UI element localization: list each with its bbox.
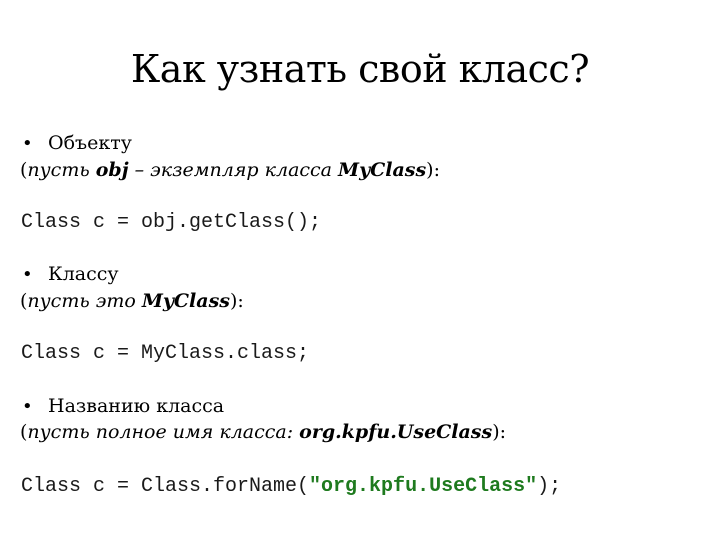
code-suffix: );	[537, 475, 562, 498]
note-emphasis: org.kpfu.UseClass	[299, 421, 493, 443]
note-emphasis: MyClass	[141, 290, 230, 312]
bullet-label: Классу	[48, 263, 119, 285]
bullet-label: Названию класса	[48, 395, 225, 417]
note-object: (пусть obj – экземпляр класса MyClass):	[20, 158, 440, 182]
note-text: пусть	[27, 159, 96, 181]
note-emphasis: MyClass	[338, 159, 427, 181]
bullet-item-classname: • Названию класса	[22, 394, 224, 419]
note-text: пусть это	[27, 290, 142, 312]
note-paren-close: ):	[492, 421, 507, 443]
code-line-dotclass: Class c = MyClass.class;	[21, 342, 310, 365]
slide-title: Как узнать свой класс?	[130, 47, 590, 91]
note-text: пусть полное имя класса:	[27, 421, 300, 443]
bullet-icon: •	[22, 264, 33, 285]
note-classname: (пусть полное имя класса: org.kpfu.UseCl…	[20, 420, 506, 444]
code-line-forname: Class c = Class.forName("org.kpfu.UseCla…	[21, 474, 561, 500]
bullet-icon: •	[22, 396, 33, 417]
note-paren-close: ):	[229, 290, 244, 312]
note-emphasis: obj	[95, 159, 129, 181]
bullet-item-class: • Классу	[22, 262, 119, 287]
code-string-literal: "org.kpfu.UseClass"	[309, 475, 538, 498]
note-class: (пусть это MyClass):	[20, 289, 244, 313]
code-line-getclass: Class c = obj.getClass();	[21, 211, 322, 234]
note-text: – экземпляр класса	[128, 159, 339, 181]
bullet-icon: •	[22, 133, 33, 154]
bullet-item-object: • Объекту	[22, 131, 132, 156]
note-paren-close: ):	[426, 159, 440, 181]
bullet-label: Объекту	[48, 132, 132, 154]
code-prefix: Class c = Class.forName(	[21, 475, 310, 498]
